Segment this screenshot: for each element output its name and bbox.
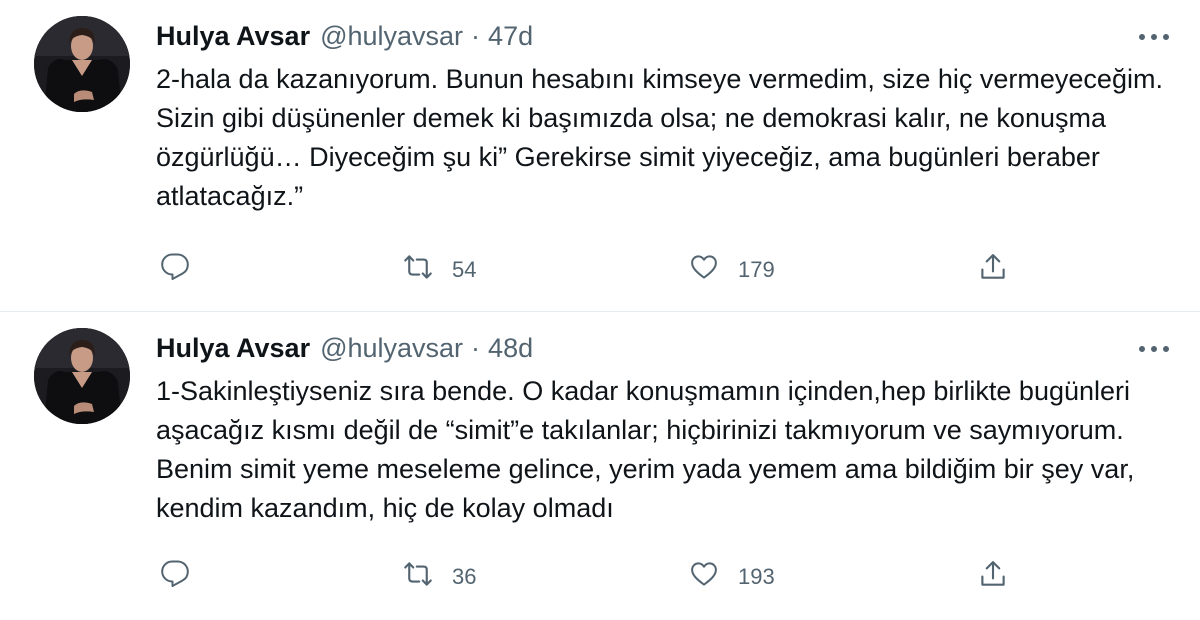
like-button[interactable]: 179	[688, 248, 775, 292]
tweet[interactable]: Hulya Avsar @hulyavsar · 48d 1-Sakinleşt…	[0, 312, 1200, 620]
heart-icon	[688, 559, 720, 595]
more-icon	[1138, 340, 1170, 358]
reply-button[interactable]	[160, 248, 190, 292]
share-icon	[978, 559, 1008, 595]
separator-dot: ·	[471, 332, 481, 363]
share-button[interactable]	[978, 248, 1008, 292]
separator-dot: ·	[471, 20, 481, 51]
retweet-count: 54	[452, 257, 477, 282]
avatar[interactable]	[34, 16, 130, 112]
more-options-button[interactable]	[1134, 22, 1174, 52]
more-options-button[interactable]	[1134, 334, 1174, 364]
tweet-header: Hulya Avsar @hulyavsar · 47d	[156, 18, 533, 54]
retweet-button[interactable]: 54	[402, 248, 476, 292]
tweet-header: Hulya Avsar @hulyavsar · 48d	[156, 330, 533, 366]
share-icon	[978, 252, 1008, 288]
tweet[interactable]: Hulya Avsar @hulyavsar · 47d 2-hala da k…	[0, 0, 1200, 312]
timestamp[interactable]: 47d	[488, 21, 533, 52]
heart-icon	[688, 252, 720, 288]
author-handle[interactable]: @hulyavsar	[320, 21, 463, 52]
tweet-text: 2-hala da kazanıyorum. Bunun hesabını ki…	[156, 64, 1163, 211]
like-count: 193	[738, 564, 775, 589]
author-name[interactable]: Hulya Avsar	[156, 21, 310, 52]
retweet-button[interactable]: 36	[402, 555, 476, 599]
avatar[interactable]	[34, 328, 130, 424]
more-icon	[1138, 28, 1170, 46]
timestamp[interactable]: 48d	[488, 333, 533, 364]
reply-icon	[160, 252, 190, 288]
author-name[interactable]: Hulya Avsar	[156, 333, 310, 364]
reply-button[interactable]	[160, 555, 190, 599]
retweet-icon	[402, 559, 434, 595]
share-button[interactable]	[978, 555, 1008, 599]
author-handle[interactable]: @hulyavsar	[320, 333, 463, 364]
retweet-count: 36	[452, 564, 477, 589]
tweet-feed: Hulya Avsar @hulyavsar · 47d 2-hala da k…	[0, 0, 1200, 620]
like-count: 179	[738, 257, 775, 282]
like-button[interactable]: 193	[688, 555, 775, 599]
tweet-text: 1-Sakinleştiyseniz sıra bende. O kadar k…	[156, 376, 1135, 523]
tweet-actions: 54 179	[156, 248, 1036, 292]
retweet-icon	[402, 252, 434, 288]
reply-icon	[160, 559, 190, 595]
tweet-actions: 36 193	[156, 555, 1036, 599]
